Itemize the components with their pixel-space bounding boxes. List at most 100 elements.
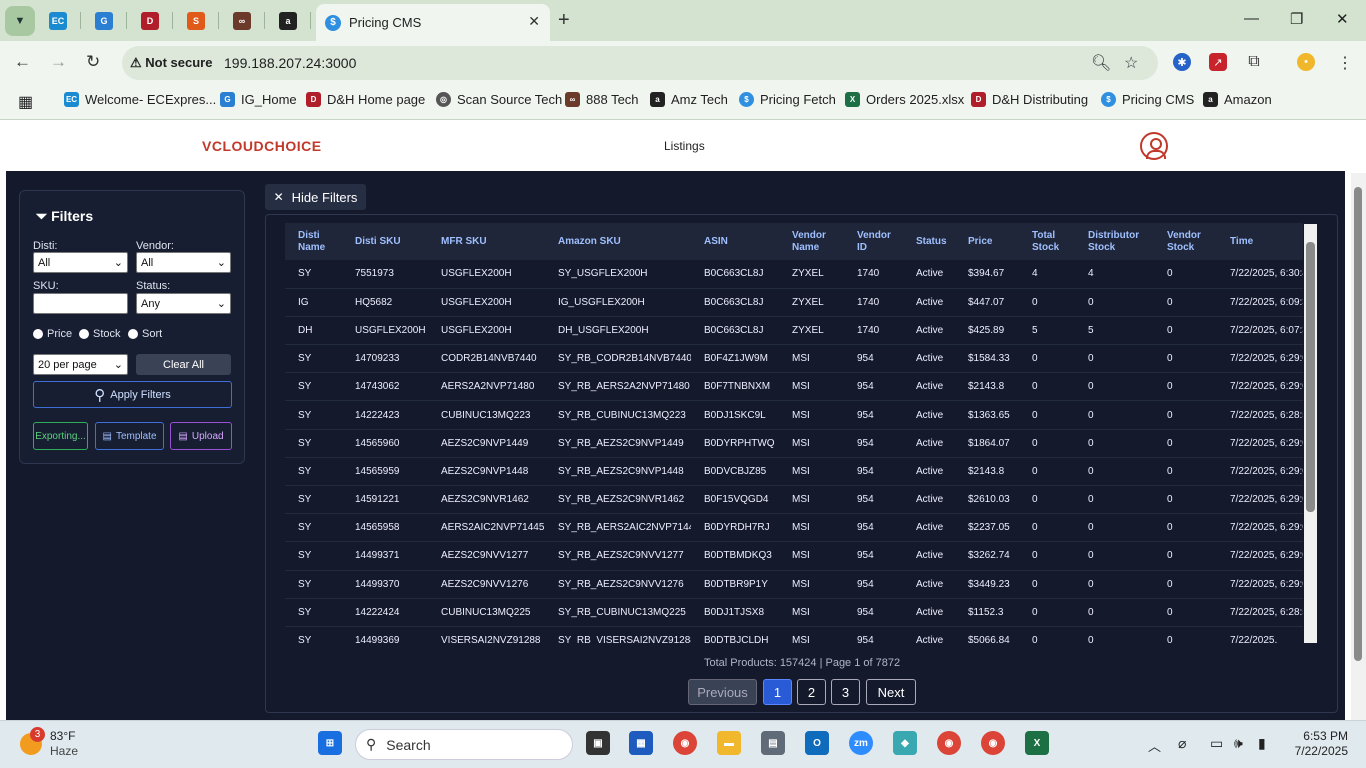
column-header[interactable]: Amazon SKU [545,223,691,260]
column-header[interactable]: Disti Name [285,223,342,260]
extension-pdf-icon[interactable]: ↗ [1209,53,1227,71]
taskbar-clock[interactable]: 6:53 PM 7/22/2025 [1290,729,1348,759]
forward-arrow-icon[interactable]: → [50,52,67,72]
column-header[interactable]: Vendor Name [779,223,844,260]
table-row[interactable]: SY 14499370 AEZS2C9NVV1276 SY_RB_AEZS2C9NVV… [285,570,1303,599]
bookmark-dh-home[interactable]: D D&H Home page [306,92,425,107]
minimize-icon[interactable]: — [1244,10,1259,27]
page-scrollbar-thumb[interactable] [1354,187,1362,661]
page-3-button[interactable]: 3 [831,679,860,705]
zoom-app-icon[interactable]: zm [849,731,873,755]
windows-start-icon[interactable]: ⊞ [318,731,342,755]
radio-sort[interactable]: Sort [128,328,162,340]
table-row[interactable]: SY 14565959 AEZS2C9NVP1448 SY_RB_AEZS2C9NVP… [285,457,1303,487]
restore-icon[interactable]: ❐ [1290,10,1303,28]
table-row[interactable]: SY 14222423 CUBINUC13MQ223 SY_RB_CUBINUC13M… [285,400,1303,430]
vcloudchoice-logo[interactable]: VCLOUDCHOICE [202,138,322,154]
sku-input[interactable] [33,293,128,314]
bookmark-888-tech[interactable]: ∞ 888 Tech [565,92,639,107]
tab-search-button[interactable]: ▼ [5,5,35,36]
chrome-icon[interactable]: ◉ [673,731,697,755]
table-row[interactable]: SY 14565958 AERS2AIC2NVP71445 SY_RB_AERS2AI… [285,513,1303,543]
table-row[interactable]: SY 14499369 VISERSAI2NVZ91288 SY_RB_VISERSA… [285,626,1303,643]
radio-price[interactable]: Price [33,328,72,340]
column-header[interactable]: Disti SKU [342,223,428,260]
per-page-select[interactable]: 20 per page ⌄ [33,354,128,375]
back-arrow-icon[interactable]: ← [14,52,31,72]
task-view-icon[interactable]: ▣ [586,731,610,755]
clear-all-button[interactable]: Clear All [136,354,231,375]
column-header[interactable]: Distributor Stock [1075,223,1154,260]
url-text[interactable]: 199.188.207.24:3000 [224,55,356,71]
previous-page-button[interactable]: Previous [688,679,757,705]
app-diamond-icon[interactable]: ◆ [893,731,917,755]
table-row[interactable]: SY 14709233 CODR2B14NVB7440 SY_RB_CODR2B14N… [285,344,1303,374]
table-row[interactable]: SY 14499371 AEZS2C9NVV1277 SY_RB_AEZS2C9NVV… [285,541,1303,571]
table-row[interactable]: SY 14743062 AERS2A2NVP71480 SY_RB_AERS2A2NV… [285,372,1303,402]
template-button[interactable]: ▤ Template [95,422,164,450]
taskbar-search[interactable]: ⚲ Search [355,729,573,760]
exporting-button[interactable]: Exporting... [33,422,88,450]
apply-filters-button[interactable]: ⚲ Apply Filters [33,381,232,408]
window-close-icon[interactable]: ✕ [1336,10,1349,28]
upload-button[interactable]: ▤ Upload [170,422,232,450]
pinned-tab-ig[interactable]: G [81,0,127,41]
extension-blue-icon[interactable]: ✱ [1173,53,1191,71]
listings-table-viewport[interactable]: Disti Name Disti SKU MFR SKU Amazon SKU ASIN… [285,223,1303,643]
user-account-icon[interactable] [1140,132,1168,160]
table-row[interactable]: SY 14591221 AEZS2C9NVR1462 SY_RB_AEZS2C9NVR… [285,485,1303,515]
store-icon[interactable]: ▦ [629,731,653,755]
network-icon[interactable]: ⌀ [1178,735,1186,752]
chrome-profile-2-icon[interactable]: ◉ [981,731,1005,755]
bookmark-pricing-cms[interactable]: $ Pricing CMS [1101,92,1194,107]
table-scrollbar[interactable] [1304,224,1317,643]
bookmark-dh-distributing[interactable]: D D&H Distributing [971,92,1088,107]
table-row[interactable]: SY 14565960 AEZS2C9NVP1449 SY_RB_AEZS2C9NVP… [285,429,1303,458]
table-scrollbar-thumb[interactable] [1306,242,1315,512]
table-row[interactable]: DH USGFLEX200H USGFLEX200H DH_USGFLEX200H B0… [285,316,1303,346]
weather-widget[interactable]: 83°F Haze [50,729,78,759]
volume-icon[interactable]: 🕪︎ [1234,735,1243,752]
column-header[interactable]: MFR SKU [428,223,545,260]
column-header[interactable]: Price [955,223,1019,260]
bookmark-ecexpress[interactable]: EC Welcome- ECExpres... [64,92,216,107]
page-1-button[interactable]: 1 [763,679,792,705]
column-header[interactable]: Total Stock [1019,223,1075,260]
calculator-icon[interactable]: ▤ [761,731,785,755]
outlook-icon[interactable]: O [805,731,829,755]
bookmark-scan-source[interactable]: ◎ Scan Source Tech [436,92,562,107]
file-explorer-icon[interactable]: ▬ [717,731,741,755]
radio-stock[interactable]: Stock [79,328,121,340]
bookmark-star-icon[interactable]: ☆ [1124,53,1138,73]
display-icon[interactable]: ▭ [1210,735,1223,752]
column-header[interactable]: Vendor Stock [1154,223,1217,260]
pinned-tab-ecexpress[interactable]: EC [35,0,81,41]
status-select[interactable]: Any ⌄ [136,293,231,314]
nav-listings-link[interactable]: Listings [664,139,705,153]
chrome-profile-icon[interactable]: ◉ [937,731,961,755]
reload-icon[interactable]: ↻ [86,52,100,72]
extensions-puzzle-icon[interactable]: ⧉ [1245,53,1263,71]
column-header[interactable]: ASIN [691,223,779,260]
disti-select[interactable]: All ⌄ [33,252,128,273]
not-secure-badge[interactable]: ⚠ Not secure [130,55,212,71]
bookmark-amz-tech[interactable]: a Amz Tech [650,92,728,107]
page-2-button[interactable]: 2 [797,679,826,705]
column-header[interactable]: Status [903,223,955,260]
profile-avatar-icon[interactable]: • [1297,53,1315,71]
zoom-icon[interactable]: 🔍︎ [1091,53,1111,73]
table-row[interactable]: IG HQ5682 USGFLEX200H IG_USGFLEX200H B0C663C… [285,288,1303,317]
hide-filters-button[interactable]: ✕ Hide Filters [265,184,366,210]
table-row[interactable]: SY 7551973 USGFLEX200H SY_USGFLEX200H B0C663… [285,260,1303,289]
apps-grid-icon[interactable]: ▦ [18,92,33,112]
browser-menu-icon[interactable]: ⋮ [1337,53,1353,73]
bookmark-orders-xlsx[interactable]: X Orders 2025.xlsx [845,92,964,107]
column-header[interactable]: Vendor ID [844,223,903,260]
pinned-tab-amazon[interactable]: a [265,0,311,41]
close-icon[interactable]: ✕ [528,13,540,30]
battery-icon[interactable]: ▮ [1258,735,1266,752]
bookmark-amazon[interactable]: a Amazon [1203,92,1272,107]
page-scrollbar[interactable] [1351,173,1366,720]
excel-icon[interactable]: X [1025,731,1049,755]
chevron-up-icon[interactable]: ︿ [1148,736,1161,755]
